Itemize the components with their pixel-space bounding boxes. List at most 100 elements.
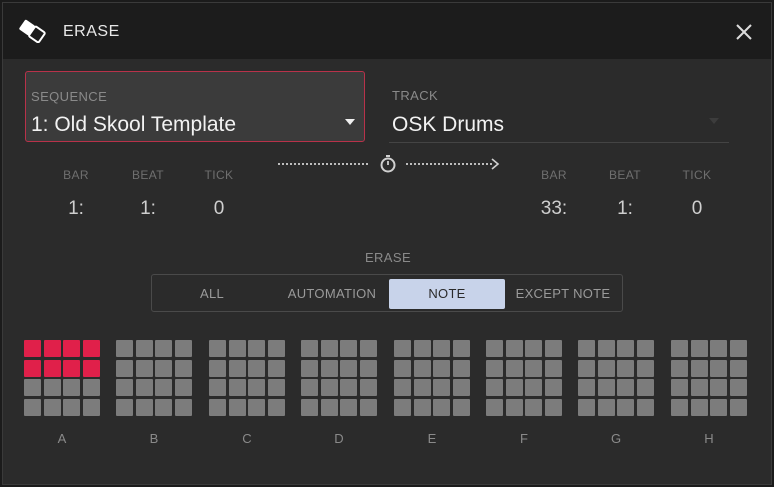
title-bar: ERASE bbox=[3, 3, 771, 59]
pad bbox=[730, 379, 747, 396]
pad-bank-f[interactable] bbox=[486, 340, 562, 416]
pad bbox=[637, 379, 654, 396]
erase-mode-note[interactable]: NOTE bbox=[389, 279, 505, 309]
pad bbox=[525, 360, 542, 377]
pad bbox=[691, 399, 708, 416]
pad-bank-c[interactable] bbox=[209, 340, 285, 416]
pad bbox=[637, 340, 654, 357]
track-dropdown[interactable]: TRACK OSK Drums bbox=[389, 71, 729, 143]
track-value: OSK Drums bbox=[392, 113, 505, 136]
start-beat-field[interactable]: 1: bbox=[118, 198, 178, 220]
pad-bank-label: E bbox=[427, 431, 437, 446]
pad bbox=[394, 379, 411, 396]
erase-mode-except-note[interactable]: EXCEPT NOTE bbox=[506, 279, 620, 309]
pad bbox=[268, 399, 285, 416]
pad bbox=[301, 340, 318, 357]
pad bbox=[578, 340, 595, 357]
end-beat-field[interactable]: 1: bbox=[595, 198, 655, 220]
pad bbox=[209, 399, 226, 416]
pad bbox=[340, 360, 357, 377]
pad bbox=[268, 379, 285, 396]
pad-bank-b[interactable] bbox=[116, 340, 192, 416]
erase-mode-all[interactable]: ALL bbox=[172, 279, 252, 309]
pad bbox=[545, 340, 562, 357]
pad bbox=[598, 379, 615, 396]
pad bbox=[433, 399, 450, 416]
pad bbox=[175, 360, 192, 377]
pad bbox=[671, 379, 688, 396]
pad bbox=[229, 360, 246, 377]
pad bbox=[209, 360, 226, 377]
pad bbox=[637, 360, 654, 377]
pad bbox=[730, 360, 747, 377]
pad bbox=[24, 340, 41, 357]
pad-bank-label: F bbox=[520, 431, 528, 446]
pad bbox=[63, 360, 80, 377]
pad bbox=[394, 340, 411, 357]
pad bbox=[486, 399, 503, 416]
end-tick-field[interactable]: 0 bbox=[667, 198, 727, 220]
pad bbox=[525, 379, 542, 396]
pad bbox=[486, 360, 503, 377]
pad-bank-label: C bbox=[242, 431, 252, 446]
pad bbox=[116, 360, 133, 377]
pad bbox=[248, 360, 265, 377]
pad bbox=[691, 360, 708, 377]
pad-bank-d[interactable] bbox=[301, 340, 377, 416]
pad bbox=[617, 340, 634, 357]
pad bbox=[321, 360, 338, 377]
stopwatch-icon bbox=[380, 155, 396, 173]
pad bbox=[598, 360, 615, 377]
pad bbox=[301, 399, 318, 416]
start-tick-label: TICK bbox=[204, 168, 234, 182]
pad bbox=[83, 379, 100, 396]
pad bbox=[360, 340, 377, 357]
pad bbox=[617, 360, 634, 377]
pad bbox=[44, 379, 61, 396]
pad-bank-label: H bbox=[704, 431, 714, 446]
pad bbox=[24, 379, 41, 396]
pad bbox=[414, 399, 431, 416]
erase-mode-selector: ALL AUTOMATION NOTE EXCEPT NOTE bbox=[151, 274, 623, 312]
pad-bank-label: B bbox=[149, 431, 159, 446]
pad-bank-a[interactable] bbox=[24, 340, 100, 416]
start-tick-field[interactable]: 0 bbox=[189, 198, 249, 220]
pad bbox=[433, 360, 450, 377]
start-beat-label: BEAT bbox=[131, 168, 165, 182]
pad bbox=[44, 399, 61, 416]
pad bbox=[691, 340, 708, 357]
pad bbox=[136, 399, 153, 416]
start-bar-field[interactable]: 1: bbox=[46, 198, 106, 220]
pad bbox=[248, 340, 265, 357]
pad bbox=[116, 340, 133, 357]
pad-bank-e[interactable] bbox=[394, 340, 470, 416]
pad bbox=[321, 379, 338, 396]
pad bbox=[175, 340, 192, 357]
sequence-value: 1: Old Skool Template bbox=[31, 113, 237, 136]
pad bbox=[301, 360, 318, 377]
sequence-dropdown[interactable]: SEQUENCE 1: Old Skool Template bbox=[25, 71, 365, 142]
pad bbox=[229, 379, 246, 396]
pad-bank-g[interactable] bbox=[578, 340, 654, 416]
pad bbox=[578, 399, 595, 416]
end-bar-field[interactable]: 33: bbox=[524, 198, 584, 220]
pad bbox=[360, 379, 377, 396]
close-icon[interactable] bbox=[731, 19, 757, 45]
pad bbox=[175, 379, 192, 396]
pad bbox=[229, 399, 246, 416]
pad bbox=[24, 399, 41, 416]
arrow-right-icon bbox=[491, 158, 500, 170]
pad bbox=[136, 340, 153, 357]
pad bbox=[730, 399, 747, 416]
pad bbox=[710, 379, 727, 396]
pad bbox=[525, 340, 542, 357]
erase-mode-automation[interactable]: AUTOMATION bbox=[274, 279, 390, 309]
pad bbox=[136, 360, 153, 377]
pad bbox=[486, 379, 503, 396]
pad bbox=[155, 340, 172, 357]
pad bbox=[730, 340, 747, 357]
pad bbox=[63, 379, 80, 396]
pad-bank-h[interactable] bbox=[671, 340, 747, 416]
pad bbox=[506, 360, 523, 377]
pad bbox=[671, 340, 688, 357]
